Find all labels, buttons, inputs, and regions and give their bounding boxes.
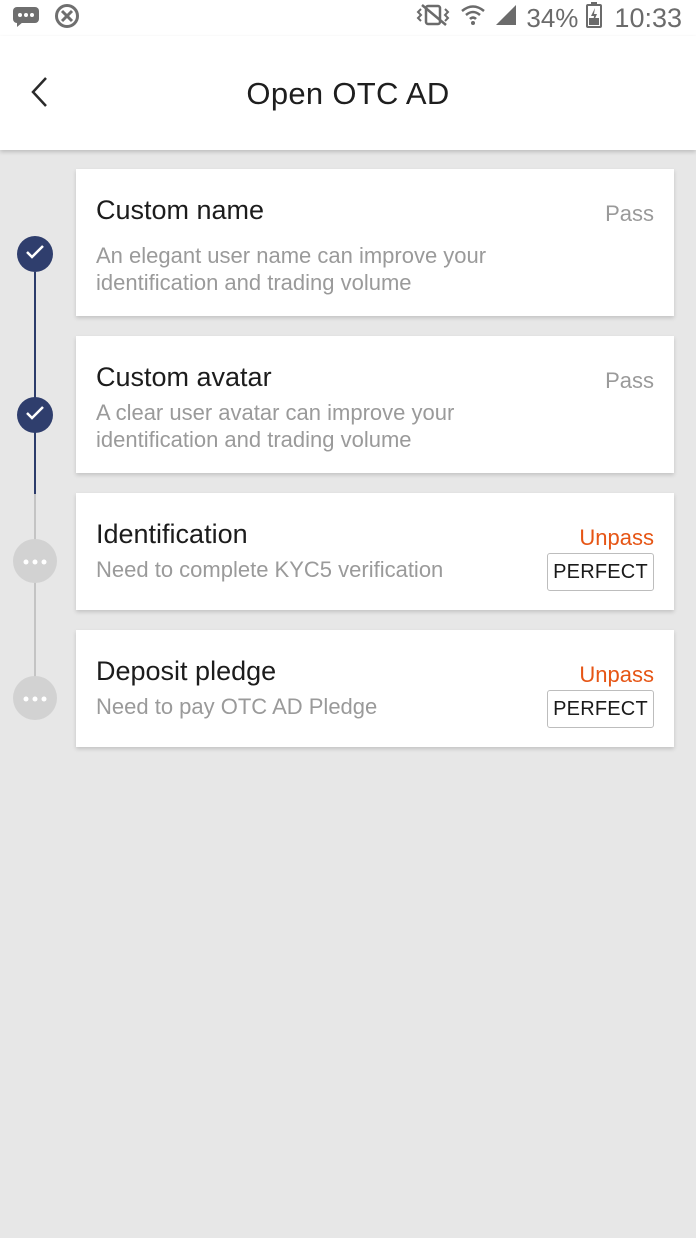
timeline-connector — [34, 494, 36, 540]
step-description: Need to pay OTC AD Pledge — [96, 694, 378, 719]
step-complete-marker — [17, 236, 53, 272]
step-pending-marker — [13, 539, 57, 583]
status-badge: Pass — [605, 368, 654, 393]
vibrate-mute-icon — [416, 3, 452, 34]
status-badge: Unpass — [579, 525, 654, 550]
step-title: Deposit pledge — [96, 656, 277, 686]
timeline-connector — [34, 432, 36, 494]
perfect-button[interactable]: PERFECT — [547, 553, 654, 591]
timeline-connector — [34, 582, 36, 678]
checkmark-icon — [25, 405, 45, 426]
step-pending-marker — [13, 676, 57, 720]
step-description: A clear user avatar can improve your ide… — [96, 400, 455, 452]
step-title: Custom name — [96, 195, 265, 225]
status-badge: Unpass — [579, 662, 654, 687]
signal-icon — [494, 3, 518, 34]
checkmark-icon — [25, 244, 45, 265]
app-header: Open OTC AD — [0, 36, 696, 150]
clock: 10:33 — [614, 2, 682, 33]
status-badge: Pass — [605, 201, 654, 226]
battery-icon — [586, 1, 603, 35]
more-dots-icon — [22, 689, 48, 707]
step-description: Need to complete KYC5 verification — [96, 557, 444, 582]
message-icon — [12, 4, 40, 33]
step-title: Identification — [96, 519, 248, 549]
step-complete-marker — [17, 397, 53, 433]
step-card-deposit-pledge[interactable]: Deposit pledge Unpass Need to pay OTC AD… — [76, 630, 674, 747]
battery-percent: 34% — [526, 2, 579, 33]
step-card-identification[interactable]: Identification Unpass Need to complete K… — [76, 493, 674, 610]
step-title: Custom avatar — [96, 362, 272, 392]
timeline-connector — [34, 272, 36, 398]
perfect-button[interactable]: PERFECT — [547, 690, 654, 728]
step-card-custom-name[interactable]: Custom name Pass An elegant user name ca… — [76, 169, 674, 316]
wifi-icon — [460, 2, 486, 35]
more-dots-icon — [22, 552, 48, 570]
step-card-custom-avatar[interactable]: Custom avatar Pass A clear user avatar c… — [76, 336, 674, 473]
step-description: An elegant user name can improve your id… — [96, 243, 487, 295]
blocked-icon — [54, 3, 80, 34]
status-bar: 34% 10:33 — [0, 0, 696, 36]
page-title: Open OTC AD — [246, 76, 450, 111]
